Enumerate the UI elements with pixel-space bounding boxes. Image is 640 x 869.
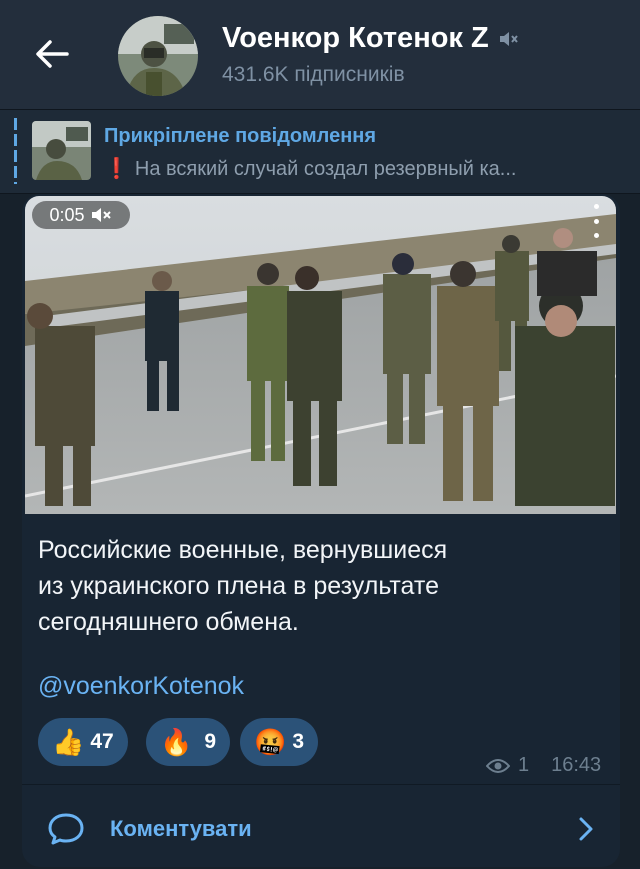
chevron-right-icon	[579, 817, 593, 841]
message-text: Российские военные, вернувшиеся из украи…	[38, 532, 598, 640]
video-menu-icon[interactable]	[586, 204, 606, 238]
subscriber-count: 431.6K підписників	[222, 63, 405, 86]
pinned-preview: ❗ На всякий случай создал резервный ка...	[104, 156, 634, 181]
channel-mention-link[interactable]: @voenkorKotenok	[38, 672, 244, 701]
angry-face-icon: 🤬	[254, 726, 287, 757]
reaction-count: 47	[90, 730, 114, 753]
message-line: сегодняшнего обмена.	[38, 608, 299, 636]
muted-speaker-icon	[499, 31, 518, 46]
eye-icon	[486, 758, 510, 773]
comments-label: Коментувати	[110, 816, 252, 841]
video-duration-badge: 0:05	[32, 201, 130, 229]
message-line: Российские военные, вернувшиеся	[38, 536, 448, 564]
reaction-fire[interactable]: 🔥 9	[146, 718, 231, 766]
exclamation-icon: ❗	[104, 158, 129, 180]
back-button[interactable]	[28, 32, 76, 76]
message-meta: 1 16:43	[486, 754, 601, 777]
reaction-count: 3	[292, 730, 305, 753]
video-thumbnail[interactable]	[25, 196, 616, 514]
reaction-thumbs-up[interactable]: 👍 47	[38, 718, 128, 766]
message-time: 16:43	[551, 754, 602, 776]
message-line: из украинского плена в результате	[38, 572, 439, 600]
arrow-left-icon	[36, 40, 69, 68]
channel-avatar[interactable]	[118, 16, 198, 96]
comments-divider	[22, 784, 620, 785]
fire-icon: 🔥	[160, 726, 193, 757]
thumbs-up-icon: 👍	[52, 726, 85, 757]
channel-title[interactable]: Voенкор Котенок Z	[222, 22, 519, 55]
pinned-thumbnail	[32, 121, 91, 180]
video-duration: 0:05	[49, 204, 85, 225]
channel-title-text: Voенкор Котенок Z	[222, 22, 489, 54]
pinned-indicator	[14, 118, 17, 184]
pinned-preview-text: На всякий случай создал резервный ка...	[134, 158, 517, 180]
reaction-count: 9	[204, 730, 217, 753]
pinned-message-bar[interactable]	[0, 110, 640, 194]
pinned-title: Прикріплене повідомлення	[104, 125, 377, 147]
channel-header: Voенкор Котенок Z 431.6K підписників	[0, 0, 640, 110]
comments-button[interactable]: Коментувати	[22, 790, 620, 866]
sound-off-icon[interactable]	[91, 206, 113, 224]
reaction-angry[interactable]: 🤬 3	[240, 718, 319, 766]
view-count: 1	[518, 754, 530, 776]
comment-bubble-icon	[48, 813, 84, 845]
